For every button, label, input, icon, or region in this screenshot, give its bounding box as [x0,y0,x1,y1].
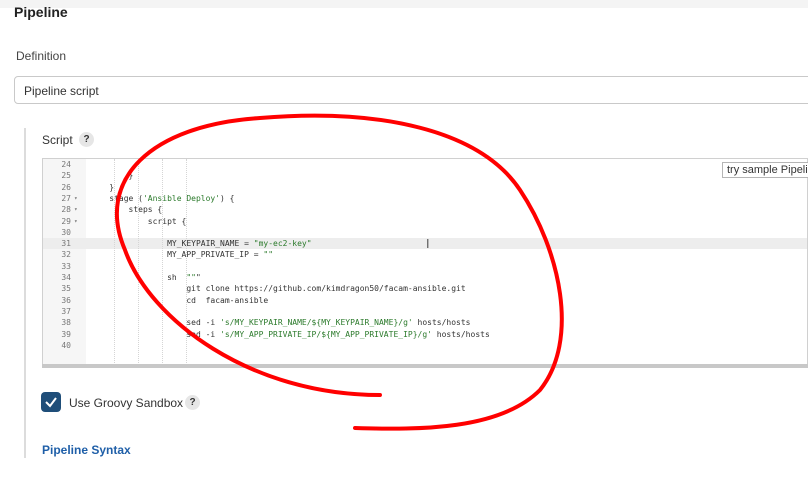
code-line: 37 [43,306,807,317]
code-text: } [90,182,115,192]
try-sample-pipeline-select[interactable]: try sample Pipeline... [722,162,808,178]
top-bar [0,0,808,8]
indent-guide [138,159,139,367]
indent-guide [186,159,187,367]
code-text: MY_APP_PRIVATE_IP = "" [90,250,274,260]
code-text: sh """ [90,273,201,282]
code-line: 29 ▾ script { [43,216,807,227]
code-line: 35 git clone https://github.com/kimdrago… [43,283,807,294]
code-text: git clone https://github.com/kimdragon50… [90,284,466,294]
code-text: } [90,171,134,181]
text-cursor-icon: I [426,237,430,251]
line-number: 36 [61,295,71,305]
code-line: 26 } [43,182,807,193]
script-help-icon[interactable]: ? [79,132,94,147]
line-number: 39 [61,329,71,339]
line-number: 35 [61,284,71,294]
indent-guide [114,159,115,367]
code-text: MY_KEYPAIR_NAME = "my-ec2-key" [90,239,312,249]
line-number: 34 [61,273,71,282]
line-number: 33 [61,261,71,271]
code-line: 38 sed -i 's/MY_KEYPAIR_NAME/${MY_KEYPAI… [43,317,807,328]
sandbox-help-icon[interactable]: ? [185,395,200,410]
line-number: 28 [61,205,71,215]
code-line: 25 } [43,170,807,181]
code-line: 34 sh """ [43,272,807,283]
fold-toggle-icon[interactable]: ▾ [74,204,82,215]
code-line: 36 cd facam-ansible [43,295,807,306]
indent-guide [162,159,163,367]
fold-toggle-icon[interactable]: ▾ [74,216,82,227]
line-number: 25 [61,171,71,181]
code-line: 33 [43,261,807,272]
section-divider [24,128,26,458]
code-text: sed -i 's/MY_APP_PRIVATE_IP/${MY_APP_PRI… [90,329,490,339]
code-line: 28 ▾ steps { [43,204,807,215]
code-line: 32 MY_APP_PRIVATE_IP = "" [43,249,807,260]
groovy-sandbox-checkbox[interactable] [41,392,61,412]
line-number: 38 [61,318,71,328]
code-line: 40 [43,340,807,351]
line-number: 32 [61,250,71,260]
code-text: cd facam-ansible [90,295,269,305]
line-number: 24 [61,160,71,169]
definition-select[interactable]: Pipeline script [14,76,808,104]
section-title: Pipeline [14,4,68,20]
groovy-sandbox-label: Use Groovy Sandbox [69,396,184,410]
code-line: 30 [43,227,807,238]
line-number: 31 [61,239,71,249]
definition-selected-value: Pipeline script [24,84,99,98]
script-editor[interactable]: 24 25 } 26 } 27 ▾ stage ('Ansible Deploy') {… [42,158,808,368]
code-line: 31 MY_KEYPAIR_NAME = "my-ec2-key" [43,238,807,250]
line-number: 27 [61,193,71,203]
fold-toggle-icon[interactable]: ▾ [74,193,82,204]
code-line: 24 [43,159,807,170]
line-number: 30 [61,227,71,237]
script-label: Script [42,133,73,147]
code-text: steps { [90,205,163,215]
editor-horizontal-scrollbar[interactable] [42,364,808,368]
line-number: 40 [61,340,71,350]
code-line: 39 sed -i 's/MY_APP_PRIVATE_IP/${MY_APP_… [43,329,807,340]
checkmark-icon [45,397,57,408]
line-number: 37 [61,306,71,316]
code-text: sed -i 's/MY_KEYPAIR_NAME/${MY_KEYPAIR_N… [90,318,471,328]
line-number: 26 [61,182,71,192]
pipeline-syntax-link[interactable]: Pipeline Syntax [42,443,131,457]
definition-label: Definition [16,49,67,63]
line-number: 29 [61,216,71,226]
code-line: 27 ▾ stage ('Ansible Deploy') { [43,193,807,204]
